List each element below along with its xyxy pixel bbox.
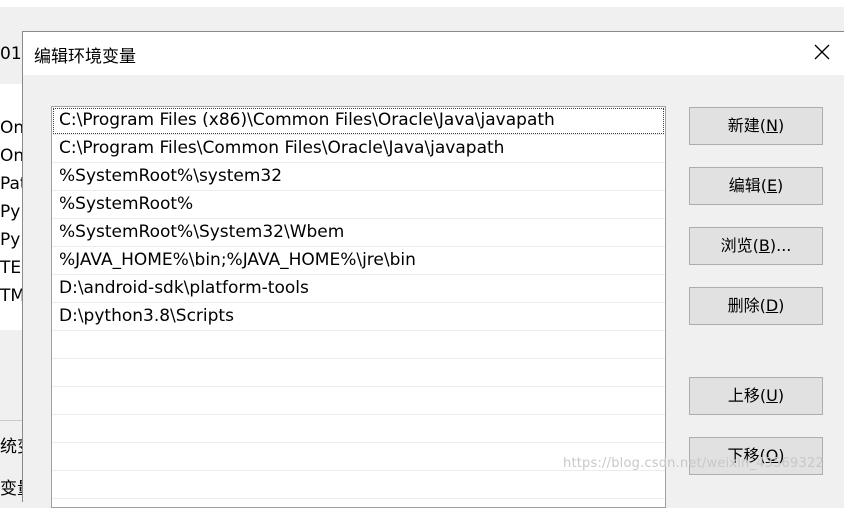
path-text: %SystemRoot%\system32: [59, 166, 283, 186]
path-list[interactable]: C:\Program Files (x86)\Common Files\Orac…: [51, 106, 666, 508]
background-list-item[interactable]: On: [0, 146, 22, 166]
move-up-button[interactable]: 上移(U): [689, 377, 823, 415]
list-item-empty[interactable]: [52, 471, 665, 499]
dialog-title: 编辑环境变量: [34, 47, 136, 67]
list-item-empty[interactable]: [52, 359, 665, 387]
edit-environment-variable-dialog: 编辑环境变量 C:\Program Files (x86)\Common Fil…: [22, 31, 844, 508]
new-button[interactable]: 新建(N): [689, 107, 823, 145]
path-text: %SystemRoot%\System32\Wbem: [59, 222, 345, 242]
list-item[interactable]: C:\Program Files (x86)\Common Files\Orac…: [52, 107, 665, 135]
background-list-item[interactable]: Py: [0, 202, 22, 222]
background-bottom-fragment: 变量: [0, 479, 22, 499]
background-list-item[interactable]: TM: [0, 286, 22, 306]
background-title-fragment: 01: [0, 44, 22, 64]
edit-button[interactable]: 编辑(E): [689, 167, 823, 205]
background-top-strip: [0, 0, 844, 7]
background-list-item[interactable]: TE: [0, 258, 22, 278]
list-item[interactable]: %SystemRoot%\system32: [52, 163, 665, 191]
background-variable-list[interactable]: On On Pat Py Py TE TM: [0, 84, 23, 330]
delete-button[interactable]: 删除(D): [689, 287, 823, 325]
path-text: C:\Program Files (x86)\Common Files\Orac…: [59, 110, 555, 130]
background-section-fragment: 统变: [0, 437, 22, 457]
background-list-item[interactable]: Py: [0, 230, 22, 250]
background-separator: [0, 420, 22, 421]
list-item[interactable]: %SystemRoot%: [52, 191, 665, 219]
watermark: https://blog.csdn.net/weixin_43569322: [563, 456, 824, 471]
list-item[interactable]: %JAVA_HOME%\bin;%JAVA_HOME%\jre\bin: [52, 247, 665, 275]
path-text: D:\android-sdk\platform-tools: [59, 278, 309, 298]
list-item-empty[interactable]: [52, 387, 665, 415]
list-item-empty[interactable]: [52, 331, 665, 359]
path-text: C:\Program Files\Common Files\Oracle\Jav…: [59, 138, 505, 158]
list-item-empty[interactable]: [52, 415, 665, 443]
path-text: %JAVA_HOME%\bin;%JAVA_HOME%\jre\bin: [59, 250, 416, 270]
list-item[interactable]: D:\python3.8\Scripts: [52, 303, 665, 331]
list-item[interactable]: %SystemRoot%\System32\Wbem: [52, 219, 665, 247]
close-icon: [814, 44, 830, 60]
list-item[interactable]: C:\Program Files\Common Files\Oracle\Jav…: [52, 135, 665, 163]
background-list-item[interactable]: Pat: [0, 174, 22, 194]
path-text: %SystemRoot%: [59, 194, 194, 214]
dialog-titlebar[interactable]: 编辑环境变量: [23, 32, 844, 75]
path-text: D:\python3.8\Scripts: [59, 306, 234, 326]
browse-button[interactable]: 浏览(B)...: [689, 227, 823, 265]
background-list-item[interactable]: On: [0, 118, 22, 138]
list-item[interactable]: D:\android-sdk\platform-tools: [52, 275, 665, 303]
close-button[interactable]: [803, 35, 843, 71]
